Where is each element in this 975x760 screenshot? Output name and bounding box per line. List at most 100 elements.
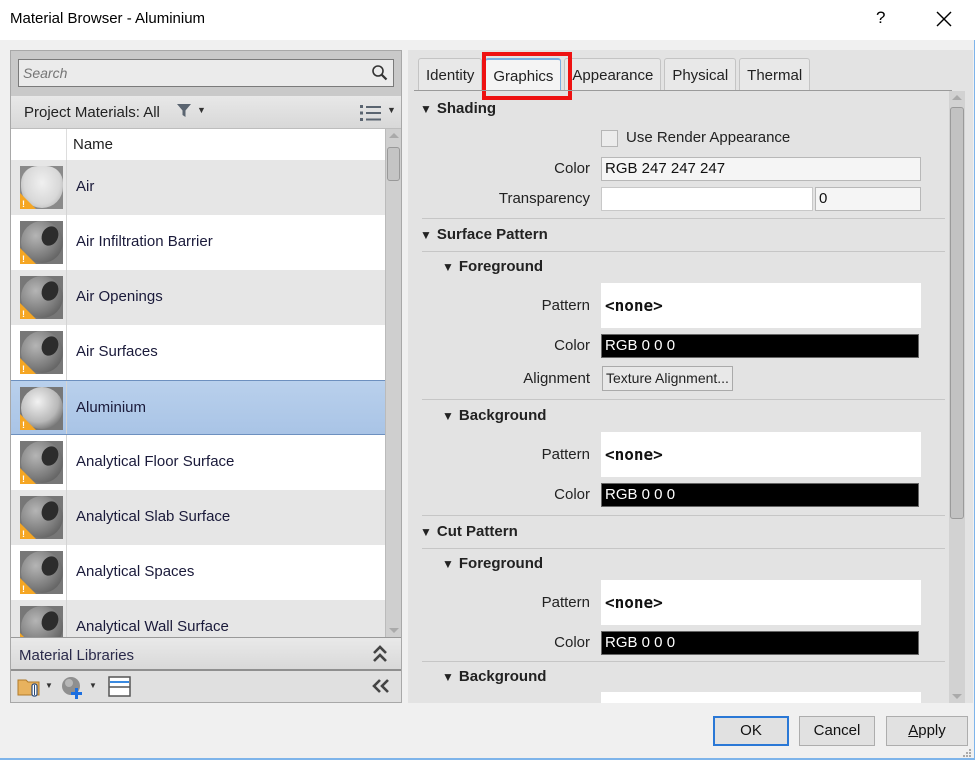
transparency-slider[interactable] <box>601 187 813 211</box>
apply-label: pply <box>918 722 946 739</box>
material-row[interactable]: ! Analytical Wall Surface <box>11 600 385 637</box>
cut-bg-pattern-field[interactable] <box>601 692 921 703</box>
tab-identity[interactable]: Identity <box>418 58 483 90</box>
warning-mark: ! <box>22 420 25 430</box>
scroll-up-arrow-icon[interactable] <box>952 95 962 100</box>
material-row[interactable]: ! Air Infiltration Barrier <box>11 215 385 270</box>
materials-list: Name ! Air! Air Infiltration Barrier! Air O… <box>11 129 385 637</box>
surface-fg-color-label: Color <box>554 337 590 354</box>
create-material-icon[interactable] <box>61 676 85 704</box>
section-divider <box>422 548 945 549</box>
cut-background-header[interactable]: ▼ Background <box>442 668 546 685</box>
warning-mark: ! <box>22 584 25 594</box>
material-row[interactable]: ! Analytical Floor Surface <box>11 435 385 490</box>
collapse-triangle-icon[interactable]: ▼ <box>420 102 432 116</box>
collapse-triangle-icon[interactable]: ▼ <box>442 409 454 423</box>
surface-fg-pattern-field[interactable]: <none> <box>601 283 921 328</box>
ok-button[interactable]: OK <box>713 716 789 746</box>
tab-appearance[interactable]: Appearance <box>564 58 662 90</box>
surface-pattern-section-header[interactable]: ▼ Surface Pattern <box>420 226 548 243</box>
search-icon[interactable] <box>371 64 389 82</box>
tab-graphics[interactable]: Graphics <box>485 58 562 90</box>
material-row[interactable]: ! Analytical Spaces <box>11 545 385 600</box>
surface-bg-pattern-field[interactable]: <none> <box>601 432 921 477</box>
column-divider <box>66 160 67 215</box>
surface-background-header[interactable]: ▼ Background <box>442 407 546 424</box>
tab-physical[interactable]: Physical <box>664 58 737 90</box>
material-thumbnail: ! <box>20 441 63 484</box>
resize-grip-icon[interactable] <box>962 748 972 758</box>
collapse-triangle-icon[interactable]: ▼ <box>442 260 454 274</box>
warning-mark: ! <box>22 474 25 484</box>
column-divider <box>66 129 67 160</box>
shading-title: Shading <box>436 100 497 117</box>
cut-fg-color-field[interactable]: RGB 0 0 0 <box>601 631 919 655</box>
collapse-panel-icon[interactable] <box>371 677 391 699</box>
material-row[interactable]: ! Air Openings <box>11 270 385 325</box>
column-divider <box>66 435 67 490</box>
material-editor-toggle-icon[interactable] <box>108 676 132 702</box>
collapse-triangle-icon[interactable]: ▼ <box>420 228 432 242</box>
material-thumbnail: ! <box>20 496 63 539</box>
create-material-dropdown-caret-icon[interactable]: ▼ <box>89 681 97 690</box>
view-dropdown-caret-icon[interactable]: ▼ <box>387 105 396 115</box>
section-divider <box>422 218 945 219</box>
surface-bg-color-label: Color <box>554 486 590 503</box>
warning-mark: ! <box>22 199 25 209</box>
use-render-appearance-checkbox[interactable] <box>601 130 618 147</box>
material-row[interactable]: ! Air Surfaces <box>11 325 385 380</box>
help-button[interactable]: ? <box>876 8 885 28</box>
window-title: Material Browser - Aluminium <box>10 10 206 27</box>
materials-list-scrollbar[interactable] <box>385 129 401 637</box>
material-name: Analytical Spaces <box>76 563 195 580</box>
use-render-appearance-label[interactable]: Use Render Appearance <box>626 129 790 146</box>
collapse-triangle-icon[interactable]: ▼ <box>442 557 454 571</box>
apply-accelerator: A <box>908 722 919 739</box>
material-thumbnail: ! <box>20 221 63 264</box>
editor-tabs: Identity Graphics Appearance Physical Therma… <box>418 58 813 90</box>
search-field[interactable] <box>18 59 394 87</box>
apply-button[interactable]: Apply <box>886 716 968 746</box>
cut-foreground-header[interactable]: ▼ Foreground <box>442 555 543 572</box>
transparency-value-field[interactable]: 0 <box>815 187 921 211</box>
material-rows: ! Air! Air Infiltration Barrier! Air Openin… <box>11 160 385 637</box>
scrollbar-thumb[interactable] <box>950 107 964 519</box>
tab-thermal[interactable]: Thermal <box>739 58 811 90</box>
title-bar: Material Browser - Aluminium ? <box>0 0 975 40</box>
shading-section-header[interactable]: ▼ Shading <box>420 100 496 117</box>
library-folder-icon[interactable] <box>17 676 43 702</box>
scroll-down-arrow-icon[interactable] <box>952 694 962 699</box>
cut-fg-pattern-field[interactable]: <none> <box>601 580 921 625</box>
library-dropdown-caret-icon[interactable]: ▼ <box>45 681 53 690</box>
filter-icon[interactable] <box>176 103 192 123</box>
material-name: Aluminium <box>76 399 147 416</box>
collapse-triangle-icon[interactable]: ▼ <box>420 525 432 539</box>
material-row[interactable]: ! Aluminium <box>11 380 385 435</box>
surface-fg-alignment-label: Alignment <box>523 370 590 387</box>
warning-mark: ! <box>22 254 25 264</box>
cancel-button[interactable]: Cancel <box>799 716 875 746</box>
close-button[interactable] <box>934 6 954 30</box>
surface-fg-pattern-label: Pattern <box>541 297 590 314</box>
warning-mark: ! <box>22 364 25 374</box>
scroll-up-arrow-icon[interactable] <box>389 133 399 138</box>
shading-color-field[interactable]: RGB 247 247 247 <box>601 157 921 181</box>
name-column-header[interactable]: Name <box>73 136 113 153</box>
section-divider <box>422 515 945 516</box>
scrollbar-thumb[interactable] <box>387 147 400 181</box>
list-view-icon[interactable] <box>360 104 382 126</box>
filter-dropdown-caret-icon[interactable]: ▼ <box>197 105 206 115</box>
expand-libraries-icon[interactable] <box>371 644 389 668</box>
surface-fg-color-field[interactable]: RGB 0 0 0 <box>601 334 919 358</box>
material-row[interactable]: ! Air <box>11 160 385 215</box>
material-row[interactable]: ! Analytical Slab Surface <box>11 490 385 545</box>
search-input[interactable] <box>19 60 359 86</box>
scroll-down-arrow-icon[interactable] <box>389 628 399 633</box>
cut-pattern-section-header[interactable]: ▼ Cut Pattern <box>420 523 518 540</box>
surface-bg-color-field[interactable]: RGB 0 0 0 <box>601 483 919 507</box>
surface-foreground-header[interactable]: ▼ Foreground <box>442 258 543 275</box>
properties-scrollbar[interactable] <box>949 91 965 703</box>
texture-alignment-button[interactable]: Texture Alignment... <box>602 366 733 391</box>
collapse-triangle-icon[interactable]: ▼ <box>442 670 454 684</box>
column-divider <box>66 600 67 637</box>
